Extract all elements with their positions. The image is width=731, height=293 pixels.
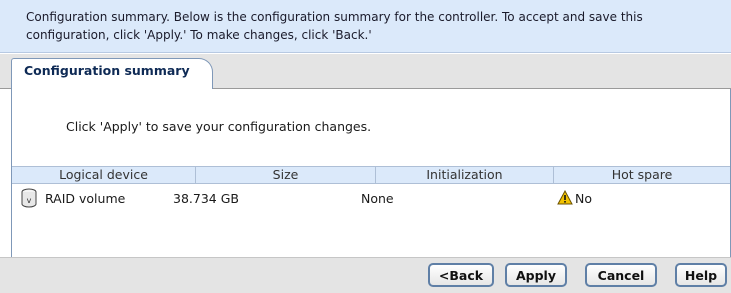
- help-button[interactable]: Help: [675, 263, 727, 287]
- svg-text:v: v: [27, 196, 32, 205]
- tab-label: Configuration summary: [24, 63, 190, 78]
- cell-size: 38.734 GB: [173, 191, 239, 206]
- instruction-text: Click 'Apply' to save your configuration…: [66, 119, 372, 134]
- tab-content-panel: Click 'Apply' to save your configuration…: [11, 89, 731, 257]
- header-message-bar: Configuration summary. Below is the conf…: [0, 0, 731, 53]
- column-header-initialization[interactable]: Initialization: [376, 167, 554, 183]
- button-bar: <Back Apply Cancel Help: [0, 257, 731, 293]
- column-header-hot-spare[interactable]: Hot spare: [554, 167, 730, 183]
- tab-configuration-summary[interactable]: Configuration summary: [11, 58, 213, 90]
- cell-logical-device: RAID volume: [45, 191, 126, 206]
- header-message: Configuration summary. Below is the conf…: [26, 10, 643, 42]
- back-button[interactable]: <Back: [428, 263, 494, 287]
- cancel-button[interactable]: Cancel: [585, 263, 657, 287]
- tab-strip: Configuration summary: [0, 54, 731, 90]
- disk-icon: v: [21, 188, 37, 208]
- warning-icon: [557, 190, 573, 205]
- table-row[interactable]: v RAID volume 38.734 GB None No: [12, 188, 730, 210]
- cell-initialization: None: [361, 191, 394, 206]
- column-header-logical-device[interactable]: Logical device: [12, 167, 196, 183]
- column-header-size[interactable]: Size: [196, 167, 376, 183]
- cell-hot-spare: No: [575, 191, 592, 206]
- apply-button[interactable]: Apply: [505, 263, 567, 287]
- table-header: Logical device Size Initialization Hot s…: [12, 166, 730, 184]
